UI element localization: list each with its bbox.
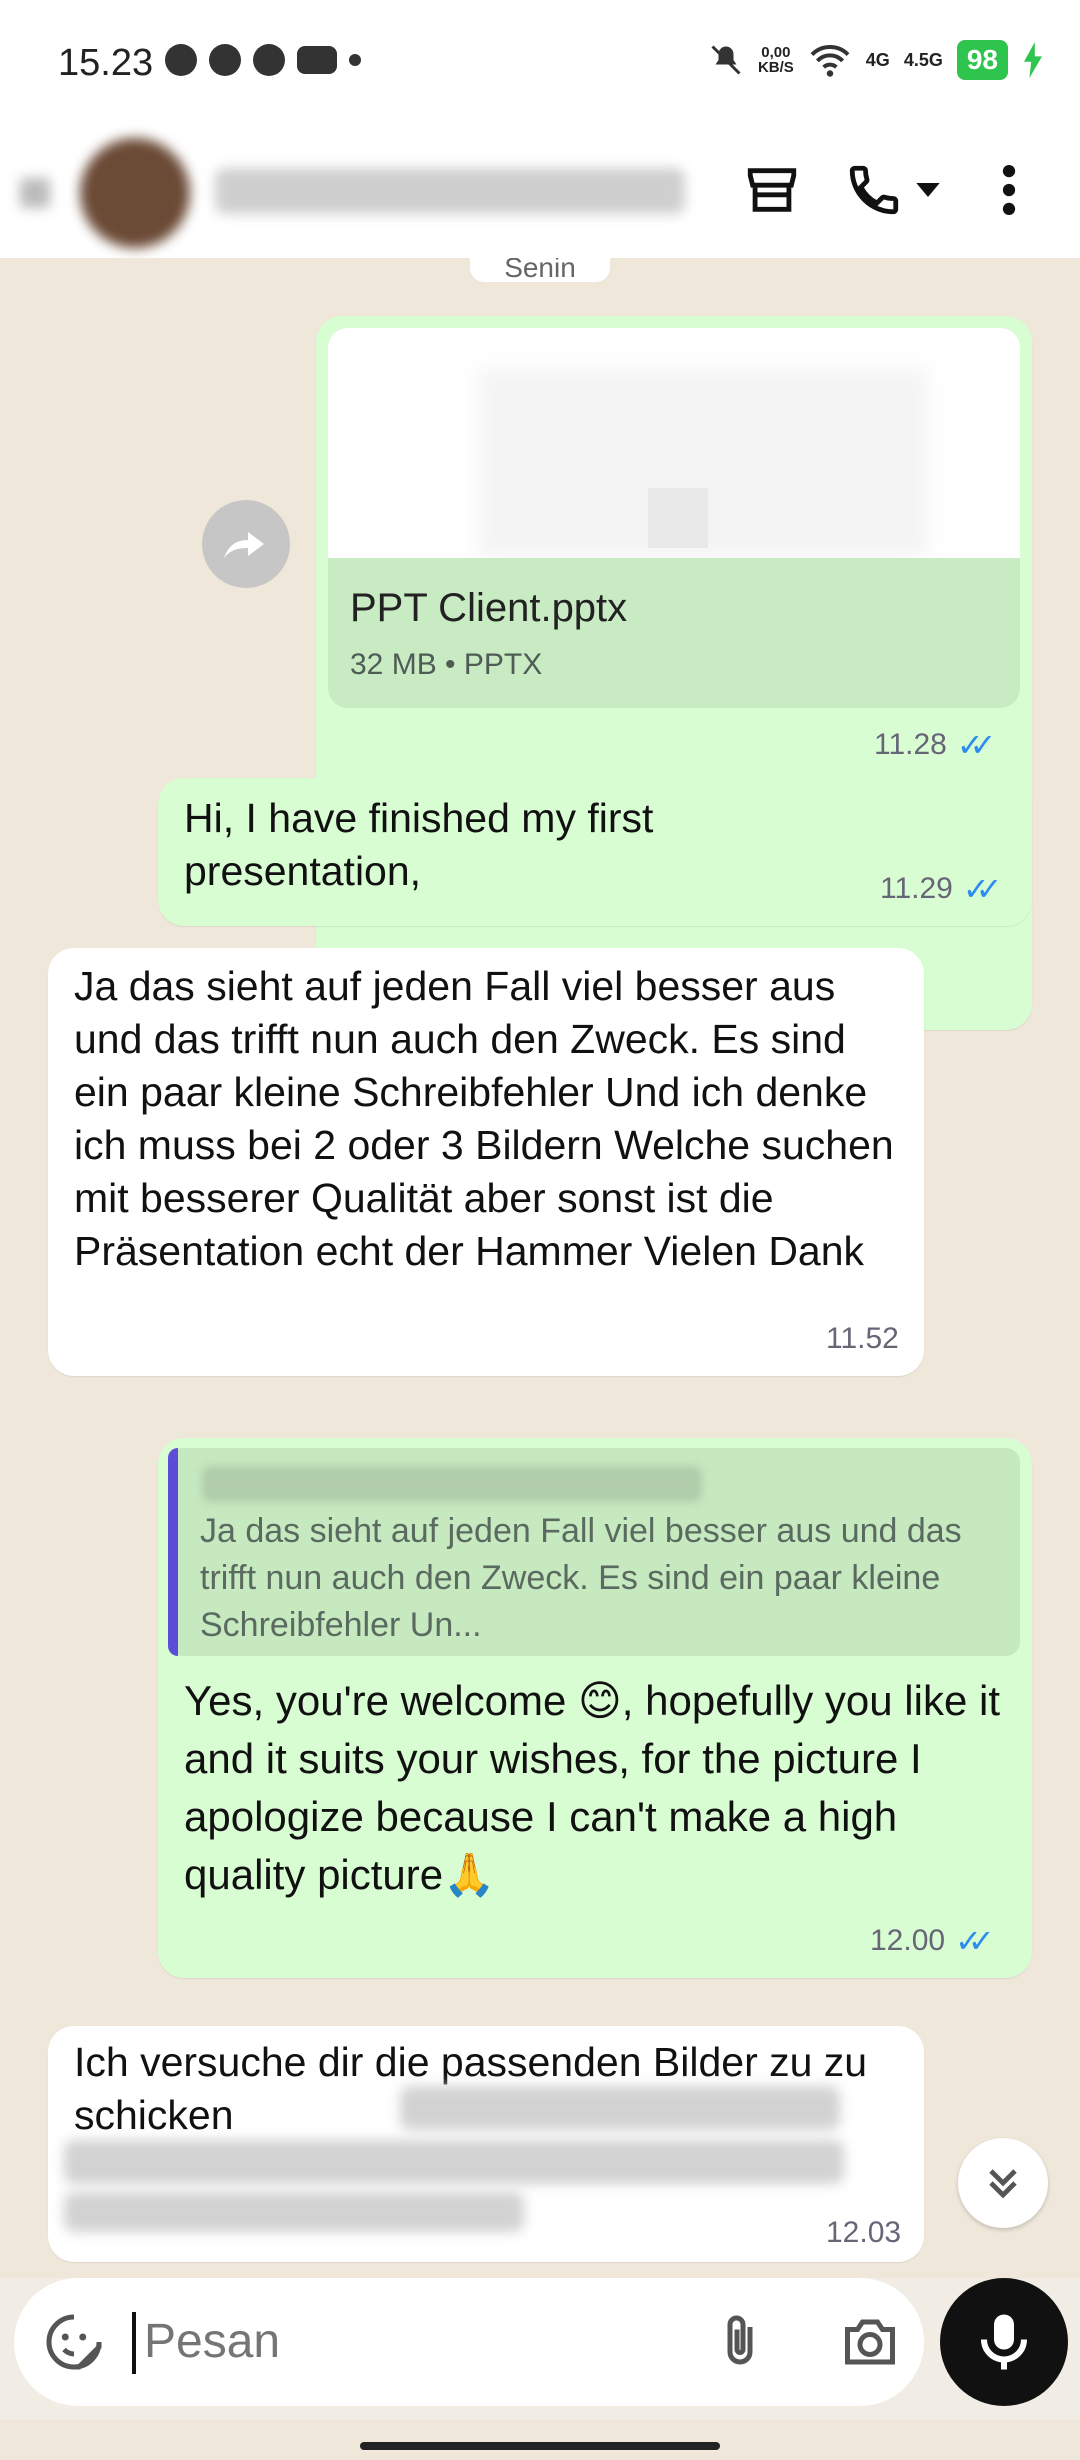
- quoted-message[interactable]: Ja das sieht auf jeden Fall viel besser …: [168, 1448, 1020, 1656]
- blurred-text: [64, 2140, 844, 2184]
- battery-indicator: 98: [956, 40, 1008, 80]
- document-file-meta: 32 MB • PPTX: [350, 648, 543, 681]
- mic-icon: [981, 2314, 1027, 2370]
- back-arrow-icon[interactable]: [20, 178, 50, 208]
- contact-info[interactable]: [20, 138, 700, 248]
- message-time: 12.03: [826, 2216, 902, 2249]
- document-file-name: PPT Client.pptx: [350, 586, 628, 630]
- more-vert-icon[interactable]: [984, 154, 1034, 226]
- message-meta: 12.00 ✓✓: [870, 1922, 995, 1960]
- sticker-button[interactable]: [44, 2312, 104, 2372]
- app-icon: [253, 44, 285, 76]
- wifi-icon: [810, 45, 850, 77]
- charging-icon: [1024, 42, 1042, 78]
- messages-icon: [209, 44, 241, 76]
- composer: [14, 2278, 924, 2406]
- quote-bar: [168, 1448, 178, 1656]
- contact-name[interactable]: [215, 168, 685, 214]
- scroll-to-bottom-button[interactable]: [958, 2138, 1048, 2228]
- forward-icon: [224, 532, 264, 558]
- message-meta: 12.03: [826, 2216, 901, 2250]
- document-info[interactable]: PPT Client.pptx 32 MB • PPTX: [328, 558, 1020, 708]
- date-chip: Senin: [470, 258, 610, 283]
- store-icon[interactable]: [736, 154, 808, 226]
- net-speed-unit: KB/S: [757, 59, 794, 76]
- camera-icon: [845, 2319, 895, 2365]
- attach-icon: [727, 2315, 753, 2365]
- net-speed-value: 0,00: [761, 44, 791, 61]
- phone-icon[interactable]: [838, 154, 910, 226]
- chat-area[interactable]: Senin PPT Client.pptx 32 MB • PPTX 11.28…: [0, 258, 1080, 2278]
- status-time: 15.23: [58, 42, 154, 84]
- document-thumbnail[interactable]: [328, 328, 1020, 558]
- message-meta: 11.28 ✓✓: [874, 726, 996, 764]
- message-text: Hi, I have finished my first presentatio…: [184, 795, 654, 894]
- double-chevron-down-icon: [989, 2169, 1017, 2199]
- youtube-icon: [297, 46, 337, 74]
- avatar[interactable]: [80, 138, 190, 248]
- message-text: Ja das sieht auf jeden Fall viel besser …: [74, 963, 894, 1274]
- message-meta: 11.52: [826, 1322, 899, 1356]
- camera-button[interactable]: [834, 2306, 906, 2378]
- status-bar: 15.23 0,00 KB/S 4G 4.5G 98: [0, 0, 1080, 130]
- message-time: 12.00: [870, 1924, 946, 1957]
- blurred-text: [64, 2192, 524, 2232]
- sticker-icon: [46, 2314, 102, 2370]
- document-preview-square: [648, 488, 708, 548]
- home-indicator[interactable]: [360, 2442, 720, 2450]
- notification-icons: [165, 44, 361, 76]
- read-ticks-icon: ✓✓: [955, 1923, 994, 1959]
- dropdown-arrow-icon[interactable]: [908, 154, 948, 226]
- quoted-sender-name: [202, 1466, 702, 1502]
- quoted-text: Ja das sieht auf jeden Fall viel besser …: [200, 1512, 962, 1644]
- network-1-label: 4G: [865, 49, 890, 70]
- message-time: 11.28: [874, 728, 947, 761]
- message-meta: 11.29 ✓✓: [880, 870, 1002, 908]
- net-speed: 0,00 KB/S: [758, 45, 794, 75]
- voice-message-button[interactable]: [940, 2278, 1068, 2406]
- status-right: 0,00 KB/S 4G 4.5G 98: [708, 40, 1044, 80]
- text-cursor: [132, 2312, 136, 2374]
- whatsapp-icon: [165, 44, 197, 76]
- mute-icon: [711, 45, 741, 75]
- message-text: Yes, you're welcome 😊, hopefully you lik…: [184, 1677, 1000, 1898]
- chat-header: [0, 130, 1080, 258]
- more-notifications-icon: [349, 54, 361, 66]
- read-ticks-icon: ✓✓: [956, 727, 996, 763]
- blurred-text: [400, 2086, 840, 2130]
- message-input[interactable]: [144, 2304, 644, 2380]
- forward-button[interactable]: [202, 500, 290, 588]
- message-time: 11.29: [880, 872, 953, 905]
- attach-button[interactable]: [704, 2306, 776, 2378]
- navigation-bar: [0, 2420, 1080, 2460]
- read-ticks-icon: ✓✓: [962, 871, 1002, 907]
- message-time: 11.52: [826, 1322, 899, 1355]
- network-2-label: 4.5G: [903, 49, 943, 70]
